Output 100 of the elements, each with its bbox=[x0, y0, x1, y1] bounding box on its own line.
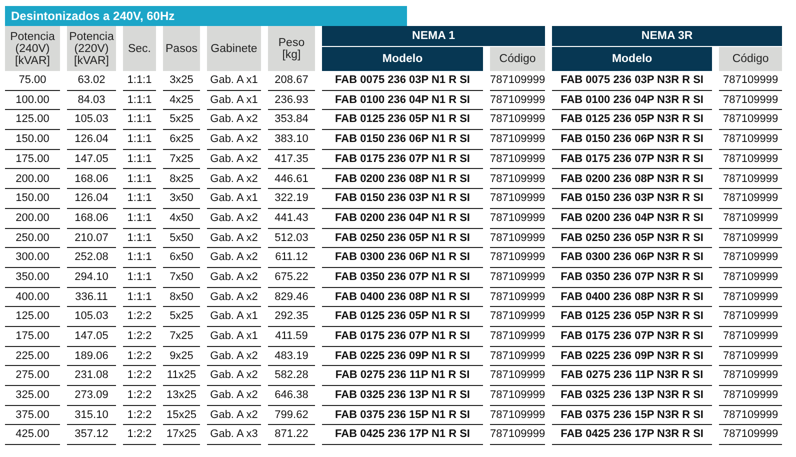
table-cell: 1:2:2 bbox=[123, 425, 156, 446]
column-header: Código bbox=[490, 47, 546, 71]
table-cell: 787109999 bbox=[490, 406, 546, 426]
table-cell: 787109999 bbox=[490, 288, 546, 308]
table-cell: 787109999 bbox=[719, 208, 782, 228]
table-cell: Gab. A x2 bbox=[207, 268, 261, 288]
table-cell: 787109999 bbox=[490, 169, 546, 190]
table-cell: 336.11 bbox=[67, 288, 116, 308]
table-cell: 787109999 bbox=[719, 406, 782, 426]
table-cell: FAB 0150 236 06P N3R R SI bbox=[552, 130, 712, 150]
table-cell: 1:2:2 bbox=[123, 366, 156, 386]
table-cell: 126.04 bbox=[67, 130, 116, 150]
table-cell: 787109999 bbox=[490, 326, 546, 347]
column-header: Código bbox=[719, 47, 782, 71]
table-cell: 411.59 bbox=[268, 326, 315, 347]
table-cell: 17x25 bbox=[163, 425, 200, 446]
table-cell: 7x25 bbox=[163, 326, 200, 347]
table-cell: 168.06 bbox=[67, 169, 116, 190]
table-cell: Gab. A x1 bbox=[207, 326, 261, 347]
table-title: Desintonizados a 240V, 60Hz bbox=[5, 6, 407, 26]
table-cell: 787109999 bbox=[490, 228, 546, 248]
table-cell: 1:1:1 bbox=[123, 288, 156, 308]
table-cell: 417.35 bbox=[268, 150, 315, 170]
table-cell: 787109999 bbox=[490, 90, 546, 110]
table-cell: 322.19 bbox=[268, 189, 315, 209]
table-cell: 353.84 bbox=[268, 110, 315, 130]
table-cell: 787109999 bbox=[719, 228, 782, 248]
table-cell: FAB 0275 236 11P N1 R SI bbox=[322, 366, 483, 386]
table-cell: Gab. A x2 bbox=[207, 110, 261, 130]
table-cell: 787109999 bbox=[719, 189, 782, 209]
table-cell: 425.00 bbox=[5, 425, 60, 446]
table-cell: 787109999 bbox=[490, 189, 546, 209]
table-cell: 4x25 bbox=[163, 90, 200, 110]
table-cell: 1:1:1 bbox=[123, 90, 156, 110]
table-cell: 294.10 bbox=[67, 268, 116, 288]
table-cell: FAB 0325 236 13P N3R R SI bbox=[552, 386, 712, 406]
table-cell: 383.10 bbox=[268, 130, 315, 150]
table-cell: 787109999 bbox=[490, 208, 546, 228]
table-cell: FAB 0075 236 03P N3R R SI bbox=[552, 71, 712, 91]
table-cell: Gab. A x1 bbox=[207, 189, 261, 209]
table-cell: 273.09 bbox=[67, 386, 116, 406]
table-cell: 175.00 bbox=[5, 150, 60, 170]
table-cell: 787109999 bbox=[490, 425, 546, 446]
column-header: Peso [kg] bbox=[268, 26, 315, 71]
table-cell: 787109999 bbox=[719, 169, 782, 190]
table-cell: 5x25 bbox=[163, 307, 200, 327]
group-header: NEMA 3R bbox=[552, 26, 782, 48]
table-cell: 357.12 bbox=[67, 425, 116, 446]
table-cell: FAB 0100 236 04P N1 R SI bbox=[322, 90, 483, 110]
table-cell: Gab. A x2 bbox=[207, 366, 261, 386]
table-cell: Gab. A x2 bbox=[207, 130, 261, 150]
column-header: Pasos bbox=[163, 26, 200, 71]
table-cell: 105.03 bbox=[67, 307, 116, 327]
table-cell: Gab. A x2 bbox=[207, 208, 261, 228]
table-cell: FAB 0400 236 08P N1 R SI bbox=[322, 288, 483, 308]
table-cell: 1:2:2 bbox=[123, 307, 156, 327]
table-cell: 9x25 bbox=[163, 346, 200, 366]
table-cell: 125.00 bbox=[5, 110, 60, 130]
table-cell: FAB 0275 236 11P N3R R SI bbox=[552, 366, 712, 386]
table-cell: Gab. A x2 bbox=[207, 228, 261, 248]
table-cell: 1:1:1 bbox=[123, 189, 156, 209]
table-cell: 787109999 bbox=[490, 268, 546, 288]
table-cell: FAB 0175 236 07P N1 R SI bbox=[322, 150, 483, 170]
table-cell: FAB 0175 236 07P N3R R SI bbox=[552, 326, 712, 347]
table-cell: 829.46 bbox=[268, 288, 315, 308]
table-cell: 787109999 bbox=[719, 346, 782, 366]
table-cell: FAB 0125 236 05P N3R R SI bbox=[552, 110, 712, 130]
group-header: NEMA 1 bbox=[322, 26, 546, 48]
table-cell: Gab. A x2 bbox=[207, 248, 261, 268]
table-cell: 787109999 bbox=[719, 425, 782, 446]
table-cell: FAB 0375 236 15P N1 R SI bbox=[322, 406, 483, 426]
table-cell: Gab. A x2 bbox=[207, 386, 261, 406]
table-cell: 200.00 bbox=[5, 208, 60, 228]
table-cell: 100.00 bbox=[5, 90, 60, 110]
table-cell: FAB 0200 236 04P N3R R SI bbox=[552, 208, 712, 228]
table-cell: 787109999 bbox=[719, 326, 782, 347]
table-cell: FAB 0250 236 05P N3R R SI bbox=[552, 228, 712, 248]
table-cell: 168.06 bbox=[67, 208, 116, 228]
table-cell: FAB 0125 236 05P N1 R SI bbox=[322, 307, 483, 327]
table-cell: 483.19 bbox=[268, 346, 315, 366]
table-cell: 84.03 bbox=[67, 90, 116, 110]
table-cell: 15x25 bbox=[163, 406, 200, 426]
table-cell: 4x50 bbox=[163, 208, 200, 228]
table-cell: 231.08 bbox=[67, 366, 116, 386]
table-cell: 512.03 bbox=[268, 228, 315, 248]
table-cell: Gab. A x2 bbox=[207, 406, 261, 426]
table-cell: 225.00 bbox=[5, 346, 60, 366]
table-cell: Gab. A x2 bbox=[207, 288, 261, 308]
table-cell: 675.22 bbox=[268, 268, 315, 288]
table-cell: FAB 0325 236 13P N1 R SI bbox=[322, 386, 483, 406]
table-cell: 300.00 bbox=[5, 248, 60, 268]
table-cell: 1:1:1 bbox=[123, 208, 156, 228]
table-cell: 125.00 bbox=[5, 307, 60, 327]
table-cell: FAB 0150 236 03P N3R R SI bbox=[552, 189, 712, 209]
table-cell: 787109999 bbox=[490, 248, 546, 268]
table-cell: 250.00 bbox=[5, 228, 60, 248]
table-cell: 446.61 bbox=[268, 169, 315, 190]
table-cell: 787109999 bbox=[719, 110, 782, 130]
table-cell: FAB 0100 236 04P N3R R SI bbox=[552, 90, 712, 110]
table-cell: FAB 0075 236 03P N1 R SI bbox=[322, 71, 483, 91]
